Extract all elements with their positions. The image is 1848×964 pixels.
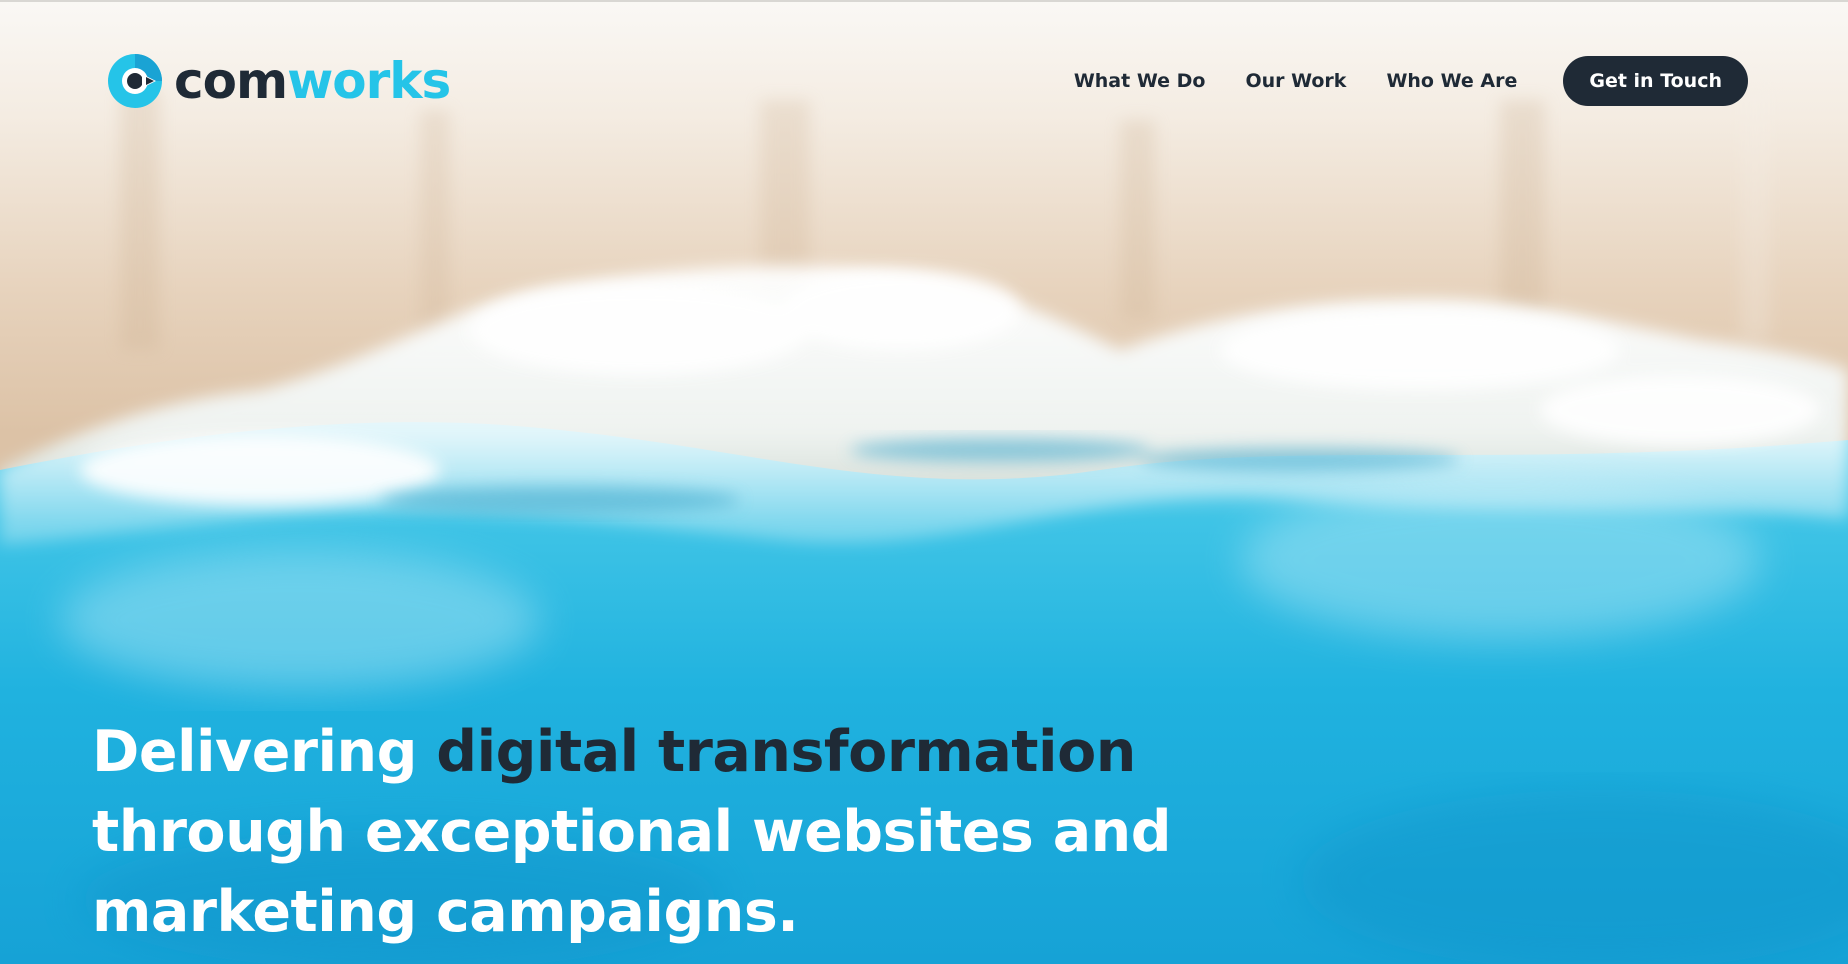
nav-link-who-we-are[interactable]: Who We Are: [1386, 70, 1517, 92]
hero-section: comworks What We Do Our Work Who We Are …: [0, 0, 1848, 964]
headline-line-2: through exceptional websites and: [92, 799, 1172, 865]
site-header: comworks What We Do Our Work Who We Are …: [0, 0, 1848, 160]
brand-wordmark-light: works: [287, 52, 451, 110]
comworks-mark-icon: [108, 54, 162, 108]
get-in-touch-button[interactable]: Get in Touch: [1563, 56, 1748, 106]
nav-link-our-work[interactable]: Our Work: [1245, 70, 1346, 92]
brand-wordmark-dark: com: [174, 52, 288, 110]
main-nav: What We Do Our Work Who We Are Get in To…: [1074, 56, 1748, 106]
hero-headline: Delivering digital transformation throug…: [92, 712, 1242, 952]
headline-lead: Delivering: [92, 719, 417, 785]
nav-link-what-we-do[interactable]: What We Do: [1074, 70, 1206, 92]
brand-wordmark: comworks: [174, 50, 451, 112]
headline-accent: digital transformation: [436, 719, 1136, 785]
brand-logo[interactable]: comworks: [106, 50, 451, 112]
headline-line-3: marketing campaigns.: [92, 879, 799, 945]
